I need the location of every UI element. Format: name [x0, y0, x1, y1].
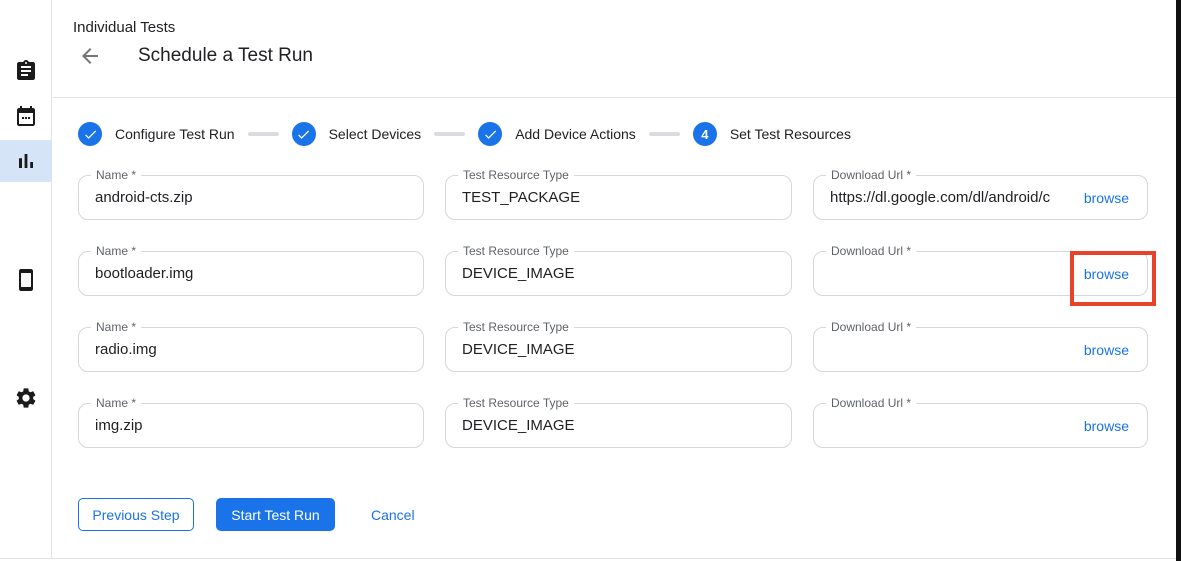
step-connector	[248, 132, 279, 136]
download-url-label: Download Url *	[826, 396, 916, 410]
sidebar-item-plans[interactable]	[0, 95, 52, 137]
page-title: Schedule a Test Run	[138, 45, 313, 67]
sidebar-item-tests[interactable]	[0, 50, 52, 92]
sidebar-item-devices[interactable]	[0, 259, 52, 301]
test-resource-type-value: TEST_PACKAGE	[462, 189, 777, 206]
resource-grid: Name * android-cts.zip Test Resource Typ…	[78, 175, 1151, 448]
name-field-value: radio.img	[95, 341, 409, 358]
download-url-field[interactable]: Download Url * browse	[813, 327, 1148, 372]
browse-link[interactable]: browse	[1084, 418, 1129, 434]
test-resource-type-label: Test Resource Type	[458, 244, 574, 258]
download-url-label: Download Url *	[826, 244, 916, 258]
bar-chart-icon	[14, 149, 38, 173]
step-label: Add Device Actions	[515, 126, 636, 142]
app-window: Individual Tests Schedule a Test Run Con…	[0, 0, 1181, 561]
name-field[interactable]: Name * img.zip	[78, 403, 424, 448]
test-resource-type-label: Test Resource Type	[458, 320, 574, 334]
step-label: Configure Test Run	[115, 126, 235, 142]
test-resource-type-field[interactable]: Test Resource Type TEST_PACKAGE	[445, 175, 792, 220]
name-field[interactable]: Name * radio.img	[78, 327, 424, 372]
browse-link-wrapper: browse	[1080, 404, 1133, 447]
sidebar-item-test-runs[interactable]	[0, 140, 52, 182]
step-complete-icon	[78, 122, 102, 146]
breadcrumb: Individual Tests	[73, 19, 175, 36]
test-resource-type-label: Test Resource Type	[458, 396, 574, 410]
download-url-field[interactable]: Download Url * browse	[813, 251, 1148, 296]
test-resource-type-field[interactable]: Test Resource Type DEVICE_IMAGE	[445, 403, 792, 448]
start-test-run-button[interactable]: Start Test Run	[216, 498, 335, 531]
browse-link-wrapper: browse	[1080, 252, 1133, 295]
download-url-label: Download Url *	[826, 320, 916, 334]
download-url-value: https://dl.google.com/dl/android/c	[830, 189, 1080, 206]
step-add-device-actions[interactable]: Add Device Actions	[478, 122, 636, 146]
test-resource-type-field[interactable]: Test Resource Type DEVICE_IMAGE	[445, 327, 792, 372]
name-field-value: img.zip	[95, 417, 409, 434]
footer-actions: Previous Step Start Test Run Cancel	[78, 498, 415, 531]
calendar-icon	[14, 104, 38, 128]
sidebar-item-settings[interactable]	[0, 377, 52, 419]
step-configure-test-run[interactable]: Configure Test Run	[78, 122, 235, 146]
step-number: 4	[701, 127, 708, 142]
test-resource-type-value: DEVICE_IMAGE	[462, 265, 777, 282]
test-resource-type-value: DEVICE_IMAGE	[462, 417, 777, 434]
step-connector	[649, 132, 680, 136]
browse-link-wrapper: browse	[1080, 328, 1133, 371]
download-url-label: Download Url *	[826, 168, 916, 182]
name-field-label: Name *	[91, 168, 141, 182]
check-icon	[296, 127, 311, 142]
step-set-test-resources[interactable]: 4 Set Test Resources	[693, 122, 851, 146]
step-connector	[434, 132, 465, 136]
sidebar	[0, 0, 52, 558]
test-resource-type-field[interactable]: Test Resource Type DEVICE_IMAGE	[445, 251, 792, 296]
step-complete-icon	[292, 122, 316, 146]
download-url-field[interactable]: Download Url * browse	[813, 403, 1148, 448]
name-field-label: Name *	[91, 320, 141, 334]
check-icon	[483, 127, 498, 142]
window-edge	[1176, 0, 1181, 561]
check-icon	[83, 127, 98, 142]
header-divider	[53, 97, 1176, 98]
bottom-divider	[0, 558, 1176, 559]
name-field-value: android-cts.zip	[95, 189, 409, 206]
smartphone-icon	[14, 268, 38, 292]
step-label: Set Test Resources	[730, 126, 851, 142]
arrow-back-icon	[78, 44, 102, 68]
cancel-button[interactable]: Cancel	[371, 507, 415, 523]
name-field[interactable]: Name * android-cts.zip	[78, 175, 424, 220]
browse-link[interactable]: browse	[1084, 342, 1129, 358]
test-resource-type-label: Test Resource Type	[458, 168, 574, 182]
clipboard-icon	[14, 59, 38, 83]
name-field-value: bootloader.img	[95, 265, 409, 282]
name-field-label: Name *	[91, 244, 141, 258]
name-field[interactable]: Name * bootloader.img	[78, 251, 424, 296]
back-button[interactable]	[78, 44, 102, 68]
step-select-devices[interactable]: Select Devices	[292, 122, 422, 146]
test-resource-type-value: DEVICE_IMAGE	[462, 341, 777, 358]
gear-icon	[14, 386, 38, 410]
step-label: Select Devices	[329, 126, 422, 142]
browse-link-wrapper: browse	[1080, 176, 1133, 219]
step-complete-icon	[478, 122, 502, 146]
stepper: Configure Test Run Select Devices Add De…	[78, 122, 851, 146]
browse-link[interactable]: browse	[1084, 190, 1129, 206]
previous-step-button[interactable]: Previous Step	[78, 498, 194, 531]
browse-link[interactable]: browse	[1084, 266, 1129, 282]
name-field-label: Name *	[91, 396, 141, 410]
download-url-field[interactable]: Download Url * https://dl.google.com/dl/…	[813, 175, 1148, 220]
step-number-badge: 4	[693, 122, 717, 146]
